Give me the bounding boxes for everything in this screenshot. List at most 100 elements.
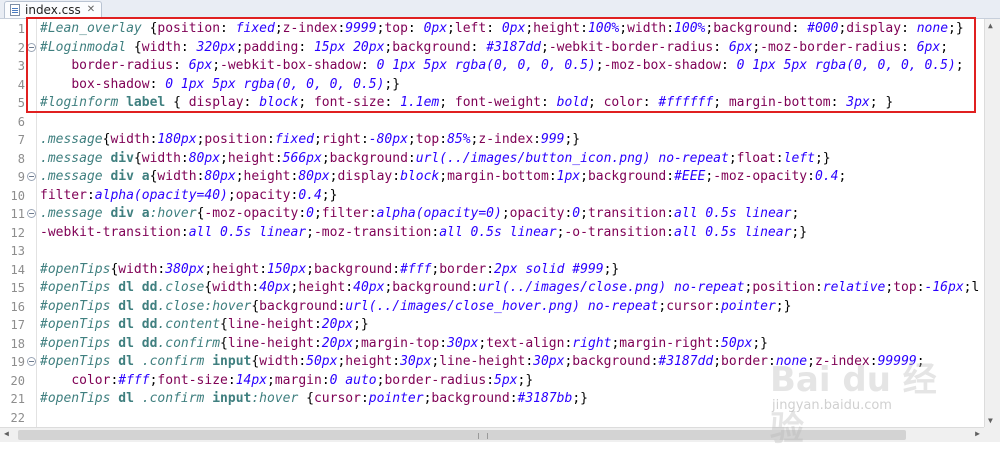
tab-index-css[interactable]: index.css ✕ bbox=[4, 1, 103, 18]
code-token: -moz-box-shadow bbox=[603, 58, 721, 73]
code-token: z-index bbox=[478, 132, 534, 147]
code-line[interactable]: 22 bbox=[0, 409, 984, 427]
code-line[interactable]: 4 box-shadow: 0 1px 5px rgba(0, 0, 0, 0.… bbox=[0, 76, 984, 94]
code-line[interactable]: 2 #Loginmodal {width: 320px;padding: 15px… bbox=[0, 39, 984, 57]
code-token: 40px bbox=[259, 280, 291, 295]
code-token: 150px bbox=[267, 261, 307, 277]
scroll-left-icon[interactable]: ◀ bbox=[4, 429, 9, 438]
code-token: all 0.5s linear bbox=[188, 224, 307, 240]
close-icon[interactable]: ✕ bbox=[87, 2, 95, 18]
code-token: height bbox=[243, 169, 291, 184]
code-line[interactable]: 18 #openTips dl dd.confirm{line-height:20… bbox=[0, 335, 984, 353]
horizontal-scroll-thumb[interactable] bbox=[18, 430, 906, 440]
code-token: : bbox=[407, 21, 424, 36]
code-token: : bbox=[807, 169, 815, 184]
code-line[interactable]: 11 .message div a:hover{-moz-opacity:0;fi… bbox=[0, 205, 984, 223]
code-token: 5px bbox=[494, 372, 518, 388]
line-number: 11 bbox=[10, 207, 25, 221]
code-token: filter bbox=[40, 187, 87, 203]
code-token: border bbox=[439, 261, 487, 277]
code-line[interactable]: 15 #openTips dl dd.close{width:40px;heigh… bbox=[0, 279, 984, 297]
fold-toggle-icon[interactable] bbox=[27, 42, 36, 52]
code-token: width bbox=[141, 39, 181, 55]
tab-label: index.css bbox=[25, 3, 81, 17]
code-line[interactable]: 1 #Lean_overlay {position: fixed;z-index:… bbox=[0, 20, 984, 38]
code-token: #3187dd bbox=[486, 39, 541, 55]
code-token: 100% bbox=[674, 21, 706, 36]
code-token: ;} bbox=[517, 372, 534, 388]
code-line[interactable]: 3 border-radius: 6px;-webkit-box-shadow:… bbox=[0, 57, 984, 75]
code-line[interactable]: 12 -webkit-transition:all 0.5s linear;-mo… bbox=[0, 224, 984, 242]
code-line[interactable]: 21 #openTips dl .confirm input:hover {cur… bbox=[0, 390, 984, 408]
vertical-scrollbar[interactable]: ▲ ▼ bbox=[984, 19, 1000, 427]
code-text: #Loginmodal {width: 320px;padding: 15px … bbox=[40, 39, 948, 57]
code-line[interactable]: 5 #loginform label { display: block; font… bbox=[0, 94, 984, 112]
code-token: display bbox=[846, 21, 902, 36]
code-line[interactable]: 6 bbox=[0, 113, 984, 131]
code-line[interactable]: 9 .message div a{width:80px;height:80px;d… bbox=[0, 168, 984, 186]
code-token: 2px solid #999 bbox=[494, 261, 604, 277]
code-line[interactable]: 10 filter:alpha(opacity=40);opacity:0.4;} bbox=[0, 187, 984, 205]
code-token: background bbox=[713, 21, 792, 36]
code-token: .confirm bbox=[133, 354, 213, 369]
code-token: color bbox=[71, 372, 111, 388]
code-token: 100% bbox=[587, 21, 620, 36]
code-token: url(../images/button_icon.png) no-repeat bbox=[415, 150, 729, 166]
code-token: : bbox=[916, 280, 925, 295]
scroll-right-icon[interactable]: ▶ bbox=[975, 429, 980, 438]
horizontal-scrollbar[interactable]: ◀ ▶ bbox=[0, 427, 984, 442]
code-line[interactable]: 19 #openTips dl .confirm input{width:50px… bbox=[0, 353, 984, 371]
code-token: ; bbox=[658, 298, 667, 314]
code-token: ; bbox=[587, 95, 604, 110]
code-editor[interactable]: 1 #Lean_overlay {position: fixed;z-index:… bbox=[0, 19, 984, 427]
code-token: ; bbox=[267, 372, 275, 388]
code-token: .message bbox=[40, 169, 103, 184]
code-token: ; bbox=[525, 21, 534, 36]
code-token: width bbox=[118, 261, 158, 277]
code-token: ; bbox=[713, 354, 722, 369]
line-number: 4 bbox=[17, 77, 25, 92]
fold-toggle-icon[interactable] bbox=[27, 172, 36, 181]
code-text: #openTips dl .confirm input{width:50px;h… bbox=[40, 353, 925, 371]
code-token: z-index bbox=[282, 21, 338, 36]
code-line[interactable]: 20 color:#fff;font-size:14px;margin:0 au… bbox=[0, 372, 984, 390]
line-number: 6 bbox=[17, 114, 25, 129]
scroll-up-icon[interactable]: ▲ bbox=[988, 21, 993, 30]
fold-toggle-icon[interactable] bbox=[27, 209, 36, 218]
code-token: : bbox=[486, 21, 502, 36]
code-token: 320px bbox=[196, 39, 236, 55]
code-token: { bbox=[133, 150, 142, 166]
code-token: : bbox=[360, 132, 369, 147]
code-token: position bbox=[752, 280, 815, 295]
code-token: : bbox=[509, 391, 518, 406]
line-number: 10 bbox=[10, 188, 25, 203]
code-token: ; bbox=[478, 335, 487, 351]
code-token: none bbox=[775, 354, 808, 369]
code-token: div a bbox=[110, 206, 150, 221]
code-token: 1px bbox=[556, 169, 581, 184]
code-token: -moz-opacity bbox=[713, 169, 808, 184]
code-token: dl bbox=[118, 354, 134, 369]
code-line[interactable]: 17 #openTips dl dd.content{line-height:20… bbox=[0, 316, 984, 334]
code-token: ; bbox=[916, 354, 925, 369]
code-token: : bbox=[384, 95, 401, 110]
code-token: ;} bbox=[775, 298, 792, 314]
code-token: ; bbox=[321, 150, 330, 166]
code-token: #EEE bbox=[674, 169, 706, 184]
code-token: text-align bbox=[486, 335, 565, 351]
code-token: ; bbox=[439, 169, 448, 184]
code-token: display bbox=[188, 95, 244, 110]
scroll-down-icon[interactable]: ▼ bbox=[988, 416, 993, 425]
code-token: : bbox=[220, 21, 236, 36]
code-token: : bbox=[713, 298, 721, 314]
code-line[interactable]: 14 #openTips{width:380px;height:150px;bac… bbox=[0, 261, 984, 279]
fold-toggle-icon[interactable] bbox=[27, 357, 36, 366]
code-line[interactable]: 13 bbox=[0, 242, 984, 260]
code-token: 0 1px 5px rgba(0, 0, 0, 0.5) bbox=[376, 58, 596, 73]
code-line[interactable]: 16 #openTips dl dd.close:hover{background… bbox=[0, 298, 984, 316]
code-line[interactable]: 8 .message div{width:80px;height:566px;ba… bbox=[0, 150, 984, 168]
code-line[interactable]: 7 .message{width:180px;position:fixed;rig… bbox=[0, 131, 984, 149]
code-token: width bbox=[212, 280, 252, 295]
